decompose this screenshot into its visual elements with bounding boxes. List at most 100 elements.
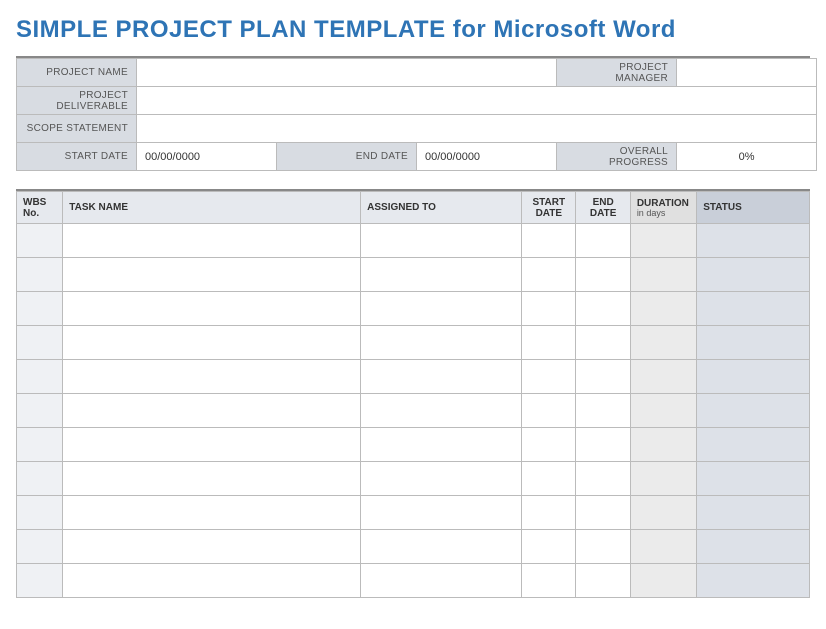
table-row xyxy=(17,292,810,326)
cell-task-name[interactable] xyxy=(63,258,361,292)
header-task-name: TASK NAME xyxy=(63,192,361,224)
cell-assigned-to[interactable] xyxy=(361,462,522,496)
value-end-date[interactable]: 00/00/0000 xyxy=(417,143,557,171)
cell-start-date[interactable] xyxy=(522,224,576,258)
cell-wbs[interactable] xyxy=(17,258,63,292)
label-end-date: END DATE xyxy=(277,143,417,171)
cell-duration[interactable] xyxy=(630,428,696,462)
value-start-date[interactable]: 00/00/0000 xyxy=(137,143,277,171)
cell-end-date[interactable] xyxy=(576,530,630,564)
cell-end-date[interactable] xyxy=(576,224,630,258)
cell-wbs[interactable] xyxy=(17,462,63,496)
cell-wbs[interactable] xyxy=(17,394,63,428)
cell-end-date[interactable] xyxy=(576,360,630,394)
cell-duration[interactable] xyxy=(630,292,696,326)
value-project-name[interactable] xyxy=(137,59,557,87)
table-row xyxy=(17,462,810,496)
cell-assigned-to[interactable] xyxy=(361,496,522,530)
project-meta: PROJECT NAME PROJECT MANAGER PROJECT DEL… xyxy=(16,56,810,171)
value-project-manager[interactable] xyxy=(677,59,817,87)
cell-duration[interactable] xyxy=(630,462,696,496)
cell-wbs[interactable] xyxy=(17,564,63,598)
cell-wbs[interactable] xyxy=(17,292,63,326)
cell-wbs[interactable] xyxy=(17,428,63,462)
cell-end-date[interactable] xyxy=(576,292,630,326)
cell-duration[interactable] xyxy=(630,360,696,394)
value-project-deliverable[interactable] xyxy=(137,87,817,115)
cell-start-date[interactable] xyxy=(522,326,576,360)
cell-start-date[interactable] xyxy=(522,530,576,564)
cell-start-date[interactable] xyxy=(522,258,576,292)
page-title: SIMPLE PROJECT PLAN TEMPLATE for Microso… xyxy=(16,16,810,44)
cell-start-date[interactable] xyxy=(522,564,576,598)
cell-status[interactable] xyxy=(697,394,810,428)
table-row xyxy=(17,496,810,530)
cell-duration[interactable] xyxy=(630,530,696,564)
cell-start-date[interactable] xyxy=(522,462,576,496)
cell-start-date[interactable] xyxy=(522,292,576,326)
cell-task-name[interactable] xyxy=(63,292,361,326)
value-scope-statement[interactable] xyxy=(137,115,817,143)
cell-assigned-to[interactable] xyxy=(361,360,522,394)
cell-task-name[interactable] xyxy=(63,326,361,360)
cell-status[interactable] xyxy=(697,428,810,462)
cell-status[interactable] xyxy=(697,530,810,564)
cell-assigned-to[interactable] xyxy=(361,258,522,292)
cell-end-date[interactable] xyxy=(576,428,630,462)
cell-duration[interactable] xyxy=(630,326,696,360)
header-duration-label: DURATION xyxy=(637,198,689,209)
cell-status[interactable] xyxy=(697,326,810,360)
cell-assigned-to[interactable] xyxy=(361,564,522,598)
cell-start-date[interactable] xyxy=(522,496,576,530)
cell-assigned-to[interactable] xyxy=(361,530,522,564)
cell-status[interactable] xyxy=(697,224,810,258)
cell-duration[interactable] xyxy=(630,258,696,292)
cell-status[interactable] xyxy=(697,564,810,598)
cell-status[interactable] xyxy=(697,360,810,394)
cell-assigned-to[interactable] xyxy=(361,224,522,258)
cell-assigned-to[interactable] xyxy=(361,326,522,360)
cell-task-name[interactable] xyxy=(63,530,361,564)
cell-wbs[interactable] xyxy=(17,360,63,394)
cell-task-name[interactable] xyxy=(63,564,361,598)
cell-duration[interactable] xyxy=(630,496,696,530)
cell-task-name[interactable] xyxy=(63,462,361,496)
cell-status[interactable] xyxy=(697,258,810,292)
cell-task-name[interactable] xyxy=(63,394,361,428)
header-start-date: START DATE xyxy=(522,192,576,224)
table-row xyxy=(17,530,810,564)
cell-task-name[interactable] xyxy=(63,224,361,258)
cell-duration[interactable] xyxy=(630,394,696,428)
cell-status[interactable] xyxy=(697,496,810,530)
cell-start-date[interactable] xyxy=(522,428,576,462)
cell-status[interactable] xyxy=(697,462,810,496)
table-row xyxy=(17,326,810,360)
cell-duration[interactable] xyxy=(630,224,696,258)
cell-wbs[interactable] xyxy=(17,496,63,530)
cell-assigned-to[interactable] xyxy=(361,292,522,326)
cell-start-date[interactable] xyxy=(522,394,576,428)
cell-wbs[interactable] xyxy=(17,224,63,258)
cell-end-date[interactable] xyxy=(576,258,630,292)
value-overall-progress[interactable]: 0% xyxy=(677,143,817,171)
cell-end-date[interactable] xyxy=(576,394,630,428)
cell-start-date[interactable] xyxy=(522,360,576,394)
cell-end-date[interactable] xyxy=(576,326,630,360)
label-project-deliverable: PROJECT DELIVERABLE xyxy=(17,87,137,115)
cell-task-name[interactable] xyxy=(63,360,361,394)
label-overall-progress: OVERALL PROGRESS xyxy=(557,143,677,171)
cell-wbs[interactable] xyxy=(17,326,63,360)
cell-status[interactable] xyxy=(697,292,810,326)
cell-end-date[interactable] xyxy=(576,496,630,530)
cell-end-date[interactable] xyxy=(576,564,630,598)
tasks-header-row: WBS No. TASK NAME ASSIGNED TO START DATE… xyxy=(17,192,810,224)
cell-duration[interactable] xyxy=(630,564,696,598)
cell-assigned-to[interactable] xyxy=(361,394,522,428)
cell-wbs[interactable] xyxy=(17,530,63,564)
table-row xyxy=(17,258,810,292)
cell-assigned-to[interactable] xyxy=(361,428,522,462)
tasks-table-wrap: WBS No. TASK NAME ASSIGNED TO START DATE… xyxy=(16,189,810,598)
cell-task-name[interactable] xyxy=(63,428,361,462)
cell-end-date[interactable] xyxy=(576,462,630,496)
cell-task-name[interactable] xyxy=(63,496,361,530)
